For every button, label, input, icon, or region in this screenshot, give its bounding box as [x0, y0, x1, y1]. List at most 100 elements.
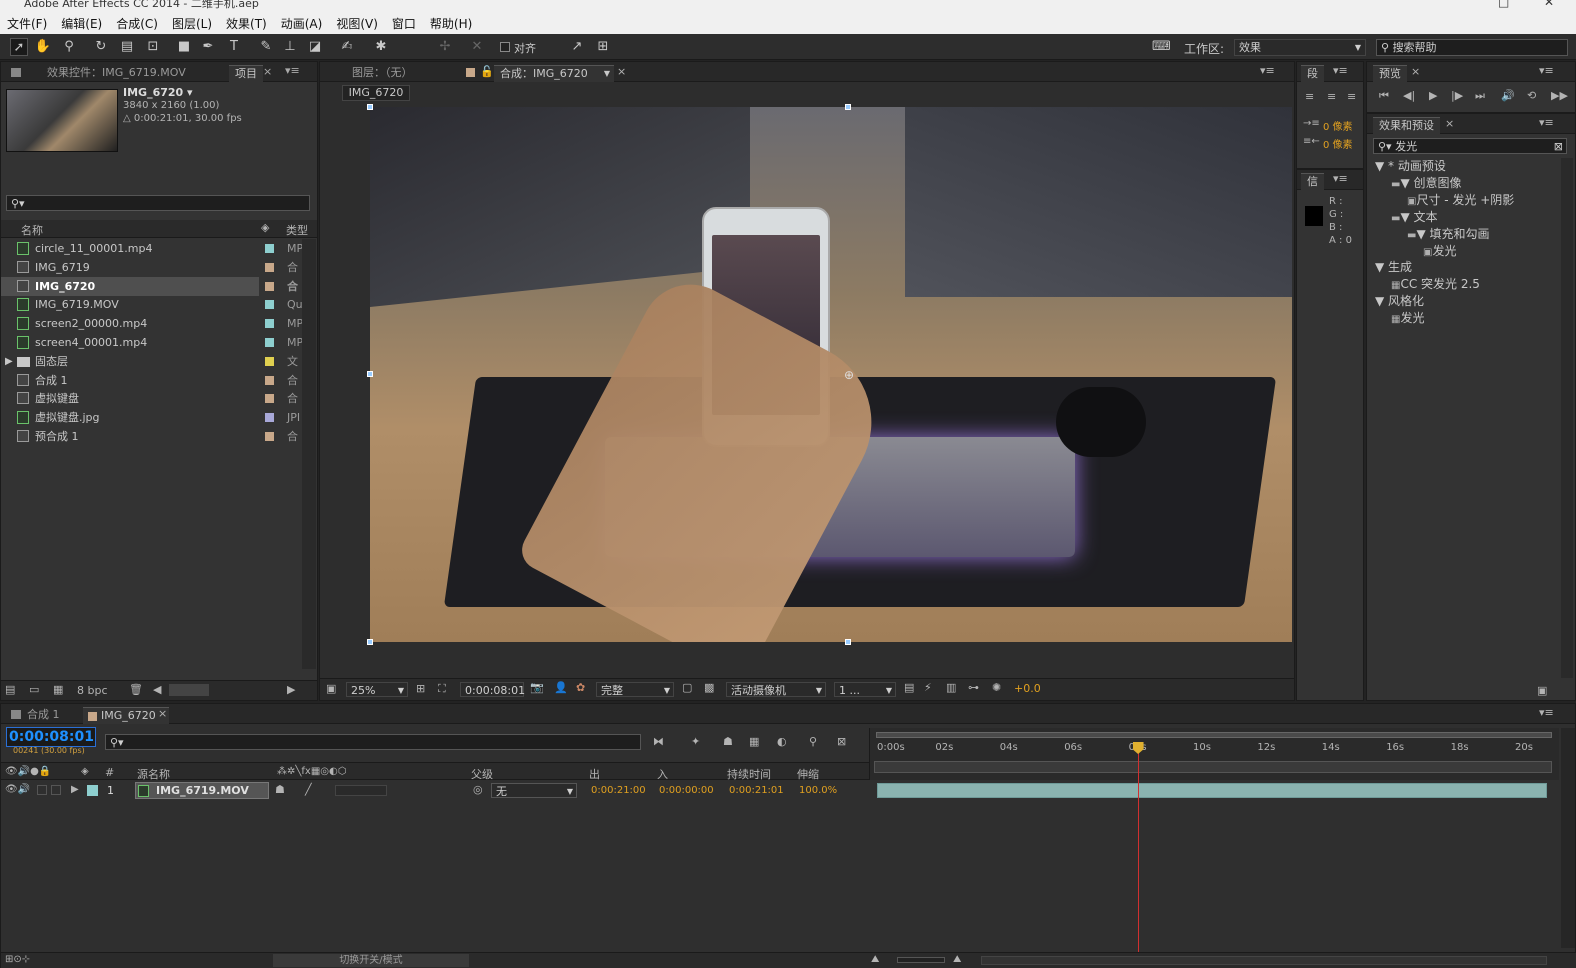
- project-scrollbar[interactable]: [302, 239, 316, 669]
- ram-preview-icon[interactable]: ▶▶: [1551, 89, 1568, 102]
- project-item[interactable]: screen4_00001.mp4 MP: [1, 333, 303, 352]
- views-select[interactable]: 1 ... ▼: [834, 682, 896, 697]
- indent-left-value[interactable]: 0 像素: [1323, 118, 1353, 133]
- zoom-slider[interactable]: [897, 957, 945, 963]
- tab-project[interactable]: 项目: [229, 65, 263, 82]
- region-of-interest-icon[interactable]: ▢: [682, 681, 692, 694]
- panel-menu-icon[interactable]: ▾≡: [1539, 116, 1554, 129]
- col-stretch[interactable]: 伸缩: [797, 766, 819, 782]
- clone-stamp-tool-icon[interactable]: ⊥: [281, 38, 299, 56]
- panel-menu-icon[interactable]: ▾≡: [1539, 64, 1554, 77]
- comp-breadcrumb[interactable]: IMG_6720: [342, 85, 410, 101]
- graph-editor-icon[interactable]: ⚲: [809, 735, 817, 748]
- timeline-icon[interactable]: ▥: [946, 681, 956, 694]
- layer-duration[interactable]: 0:00:21:01: [729, 785, 784, 796]
- menu-animation[interactable]: 动画(A): [274, 15, 330, 32]
- work-area-bar[interactable]: [876, 732, 1552, 738]
- comp-mini-flowchart-icon[interactable]: ⧓: [653, 735, 664, 748]
- work-area-range[interactable]: [874, 761, 1552, 773]
- preset-item[interactable]: ▣ 发光: [1423, 243, 1456, 261]
- align-right-icon[interactable]: ≡: [1347, 90, 1356, 103]
- col-in[interactable]: 入: [657, 766, 668, 782]
- frame-blending-icon[interactable]: ▦: [749, 735, 759, 748]
- menu-effect[interactable]: 效果(T): [219, 15, 274, 32]
- brainstorm-icon[interactable]: ⊠: [837, 735, 846, 748]
- parent-select[interactable]: 无 ▼: [491, 783, 577, 798]
- current-time-input[interactable]: 0:00:08:01: [6, 727, 96, 747]
- loop-icon[interactable]: ⟲: [1527, 89, 1536, 102]
- close-icon[interactable]: ×: [617, 65, 626, 78]
- layer-out[interactable]: 0:00:21:00: [591, 785, 646, 796]
- clear-search-icon[interactable]: ⊠: [1554, 139, 1563, 155]
- first-frame-icon[interactable]: ⏮: [1379, 89, 1389, 103]
- label-color-swatch[interactable]: [265, 319, 274, 329]
- layer-row[interactable]: 👁🔊 ▶ 1 IMG_6719.MOV ☗ ╱ ◎ 无 ▼ 0:00:21:00…: [1, 781, 869, 800]
- layer-stretch[interactable]: 100.0%: [799, 785, 837, 796]
- toggle-pixel-icon[interactable]: ▤: [904, 681, 914, 694]
- project-item[interactable]: ▶ 固态层 文: [1, 352, 301, 371]
- col-source-name[interactable]: 源名称: [137, 766, 170, 782]
- scroll-right-icon[interactable]: ▶: [287, 683, 295, 696]
- col-out[interactable]: 出: [589, 766, 600, 782]
- interpret-footage-icon[interactable]: ▤: [5, 683, 15, 696]
- snapshot-icon[interactable]: 📷: [530, 681, 544, 694]
- rectangle-tool-icon[interactable]: ■: [175, 38, 193, 56]
- solo-checkbox[interactable]: [37, 785, 47, 795]
- label-color-swatch[interactable]: [265, 281, 274, 291]
- zoom-in-icon[interactable]: ⛰: [953, 954, 961, 965]
- effect-category[interactable]: ▬ ▼ 文本: [1391, 209, 1438, 227]
- effects-search-input[interactable]: ⚲▾ 发光 ⊠: [1373, 138, 1567, 154]
- menu-composition[interactable]: 合成(C): [109, 15, 165, 32]
- previous-frame-icon[interactable]: ◀|: [1403, 89, 1415, 102]
- timeline-vscroll[interactable]: [1561, 728, 1575, 948]
- channel-icon[interactable]: ✿: [576, 681, 585, 694]
- time-ruler[interactable]: [869, 728, 1559, 780]
- col-duration[interactable]: 持续时间: [727, 766, 771, 782]
- layer-name-cell[interactable]: IMG_6719.MOV: [135, 782, 269, 799]
- effects-scrollbar[interactable]: [1561, 158, 1573, 678]
- snap-feature-icon[interactable]: ⊞: [594, 38, 612, 56]
- tab-effects-presets[interactable]: 效果和预设: [1373, 117, 1440, 134]
- lock-icon[interactable]: 🔓: [480, 65, 494, 78]
- align-center-icon[interactable]: ≡: [1327, 90, 1336, 103]
- zoom-out-icon[interactable]: ⛰: [871, 954, 879, 965]
- comp-viewer-image[interactable]: [370, 107, 1292, 642]
- toggle-switches-modes-button[interactable]: 切换开关/模式: [273, 954, 469, 967]
- current-time-display[interactable]: 0:00:08:01: [460, 682, 525, 697]
- corner-handle[interactable]: [367, 639, 373, 645]
- menu-layer[interactable]: 图层(L): [165, 15, 219, 32]
- label-color-swatch[interactable]: [265, 262, 274, 272]
- fast-preview-icon[interactable]: ⚡: [924, 681, 932, 694]
- exposure-icon[interactable]: ✺: [992, 681, 1001, 694]
- project-item[interactable]: 合成 1 合: [1, 371, 301, 390]
- effect-category[interactable]: ▬ ▼ 创意图像: [1391, 175, 1462, 193]
- col-type[interactable]: 类型: [286, 222, 308, 238]
- expand-arrow-icon[interactable]: ▶: [71, 784, 79, 795]
- pan-behind-tool-icon[interactable]: ⊡: [144, 38, 162, 56]
- label-color-swatch[interactable]: [265, 244, 274, 253]
- pick-whip-icon[interactable]: ◎: [473, 783, 483, 796]
- audio-icon[interactable]: 🔊: [1501, 89, 1515, 102]
- tab-paragraph[interactable]: 段: [1301, 65, 1324, 82]
- effect-item[interactable]: ▦ CC 突发光 2.5: [1391, 276, 1480, 294]
- project-item[interactable]: IMG_6719 合: [1, 258, 301, 277]
- camera-select[interactable]: 活动摄像机 ▼: [726, 682, 826, 697]
- effect-item[interactable]: ▦ 发光: [1391, 310, 1424, 328]
- preset-item[interactable]: ▣ 尺寸 - 发光 +阴影: [1407, 192, 1514, 210]
- camera-tool-icon[interactable]: ▤: [118, 38, 136, 56]
- label-color-swatch[interactable]: [265, 375, 274, 385]
- safe-margins-icon[interactable]: ⊞: [416, 682, 425, 695]
- new-composition-icon[interactable]: ▦: [53, 683, 63, 696]
- tab-effects-controls[interactable]: 效果控件：IMG_6719.MOV: [41, 65, 192, 82]
- expand-arrow-icon[interactable]: ▶: [5, 352, 13, 371]
- label-color-swatch[interactable]: [265, 338, 274, 347]
- layer-duration-bar[interactable]: [877, 783, 1547, 798]
- layer-switches-icon[interactable]: ⊞⊙⊹: [5, 954, 30, 965]
- rotate-tool-icon[interactable]: ↻: [92, 38, 110, 56]
- resolution-select[interactable]: 完整 ▼: [596, 682, 674, 697]
- close-icon[interactable]: ×: [1411, 65, 1420, 78]
- effect-category[interactable]: ▬ ▼ 填充和勾画: [1407, 226, 1490, 244]
- flowchart-icon[interactable]: ⊶: [968, 681, 979, 694]
- scroll-left-icon[interactable]: ◀: [153, 683, 161, 696]
- panel-menu-icon[interactable]: ▾≡: [1260, 64, 1275, 77]
